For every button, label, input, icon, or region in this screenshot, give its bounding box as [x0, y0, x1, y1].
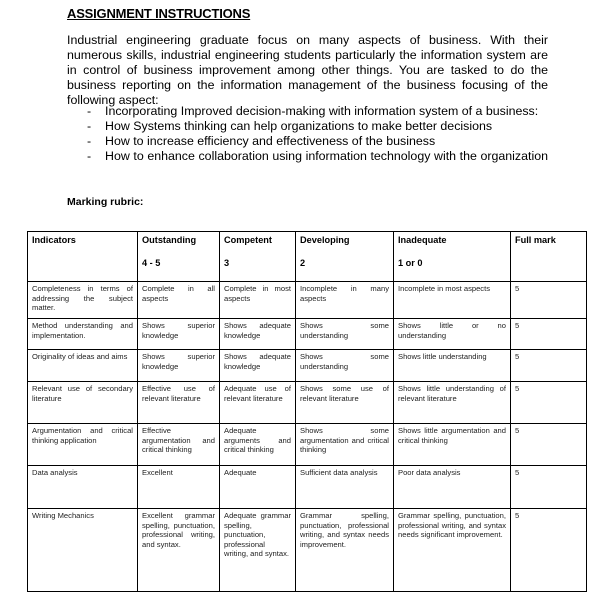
list-item: - How Systems thinking can help organizat…	[87, 119, 548, 134]
cell-competent: Adequate grammar spelling, punctuation, …	[219, 508, 296, 592]
cell-outstanding: Complete in all aspects	[137, 281, 220, 319]
cell-inadequate: Shows little understanding	[393, 349, 511, 382]
cell-developing: Shows some use of relevant literature	[295, 381, 394, 424]
cell-indicator: Originality of ideas and aims	[27, 349, 138, 382]
cell-competent: Complete in most aspects	[219, 281, 296, 319]
list-item-text: How to enhance collaboration using infor…	[105, 149, 548, 163]
cell-full-mark: 5	[510, 281, 587, 319]
list-item: - Incorporating Improved decision-making …	[87, 104, 548, 119]
cell-competent: Adequate use of relevant literature	[219, 381, 296, 424]
cell-indicator: Writing Mechanics	[27, 508, 138, 592]
cell-inadequate: Shows little or no understanding	[393, 318, 511, 350]
cell-outstanding: Shows superior knowledge	[137, 318, 220, 350]
aspect-list: - Incorporating Improved decision-making …	[87, 104, 548, 164]
cell-outstanding: Effective argumentation and critical thi…	[137, 423, 220, 466]
marking-rubric-table: Indicators Outstanding 4 - 5 Competent 3 D…	[27, 231, 587, 592]
cell-outstanding: Excellent grammar spelling, punctuation,…	[137, 508, 220, 592]
list-item: - How to enhance collaboration using info…	[87, 149, 548, 164]
cell-indicator: Data analysis	[27, 465, 138, 509]
cell-inadequate: Poor data analysis	[393, 465, 511, 509]
cell-competent: Shows adequate knowledge	[219, 318, 296, 350]
header-label: Outstanding	[142, 235, 197, 245]
cell-full-mark: 5	[510, 423, 587, 466]
header-score-range: 2	[300, 257, 306, 268]
header-label: Competent	[224, 235, 272, 245]
header-score-range: 3	[224, 257, 230, 268]
cell-developing: Sufficient data analysis	[295, 465, 394, 509]
dash-bullet-icon: -	[87, 134, 92, 148]
list-item-text: Incorporating Improved decision-making w…	[105, 104, 539, 118]
table-row: Data analysis Excellent Adequate Suffici…	[27, 465, 587, 509]
page-title: ASSIGNMENT INSTRUCTIONS	[67, 6, 251, 21]
rubric-heading: Marking rubric:	[67, 196, 144, 208]
table-header-row: Indicators Outstanding 4 - 5 Competent 3 D…	[27, 231, 587, 282]
header-inadequate: Inadequate 1 or 0	[393, 231, 511, 282]
cell-full-mark: 5	[510, 381, 587, 424]
cell-developing: Shows some argumentation and critical th…	[295, 423, 394, 466]
table-row: Writing Mechanics Excellent grammar spel…	[27, 508, 587, 592]
header-score-range: 1 or 0	[398, 257, 423, 268]
table-row: Argumentation and critical thinking appl…	[27, 423, 587, 466]
cell-developing: Grammar spelling, punctuation, professio…	[295, 508, 394, 592]
instructions-paragraph: Industrial engineering graduate focus on…	[67, 33, 548, 107]
cell-full-mark: 5	[510, 318, 587, 350]
cell-inadequate: Grammar spelling, punctuation, professio…	[393, 508, 511, 592]
table-row: Method understanding and implementation.…	[27, 318, 587, 350]
cell-indicator: Relevant use of secondary literature	[27, 381, 138, 424]
header-label: Inadequate	[398, 235, 447, 245]
table-row: Relevant use of secondary literature Eff…	[27, 381, 587, 424]
cell-full-mark: 5	[510, 465, 587, 509]
header-developing: Developing 2	[295, 231, 394, 282]
cell-indicator: Completeness in terms of addressing the …	[27, 281, 138, 319]
header-label: Full mark	[515, 235, 556, 245]
header-indicators: Indicators	[27, 231, 138, 282]
cell-outstanding: Excellent	[137, 465, 220, 509]
table-row: Completeness in terms of addressing the …	[27, 281, 587, 319]
cell-inadequate: Incomplete in most aspects	[393, 281, 511, 319]
cell-outstanding: Shows superior knowledge	[137, 349, 220, 382]
dash-bullet-icon: -	[87, 149, 92, 163]
header-score-range: 4 - 5	[142, 257, 161, 268]
list-item: - How to increase efficiency and effectiv…	[87, 134, 548, 149]
header-label: Developing	[300, 235, 350, 245]
cell-outstanding: Effective use of relevant literature	[137, 381, 220, 424]
dash-bullet-icon: -	[87, 104, 92, 118]
cell-developing: Incomplete in many aspects	[295, 281, 394, 319]
header-competent: Competent 3	[219, 231, 296, 282]
list-item-text: How Systems thinking can help organizati…	[105, 119, 493, 133]
header-label: Indicators	[32, 235, 76, 245]
table-row: Originality of ideas and aims Shows supe…	[27, 349, 587, 382]
cell-inadequate: Shows little argumentation and critical …	[393, 423, 511, 466]
cell-developing: Shows some understanding	[295, 349, 394, 382]
dash-bullet-icon: -	[87, 119, 92, 133]
cell-competent: Adequate	[219, 465, 296, 509]
cell-competent: Adequate arguments and critical thinking	[219, 423, 296, 466]
list-item-text: How to increase efficiency and effective…	[105, 134, 436, 148]
cell-full-mark: 5	[510, 508, 587, 592]
cell-inadequate: Shows little understanding of relevant l…	[393, 381, 511, 424]
header-full-mark: Full mark	[510, 231, 587, 282]
header-outstanding: Outstanding 4 - 5	[137, 231, 220, 282]
cell-developing: Shows some understanding	[295, 318, 394, 350]
cell-competent: Shows adequate knowledge	[219, 349, 296, 382]
cell-full-mark: 5	[510, 349, 587, 382]
cell-indicator: Argumentation and critical thinking appl…	[27, 423, 138, 466]
cell-indicator: Method understanding and implementation.	[27, 318, 138, 350]
